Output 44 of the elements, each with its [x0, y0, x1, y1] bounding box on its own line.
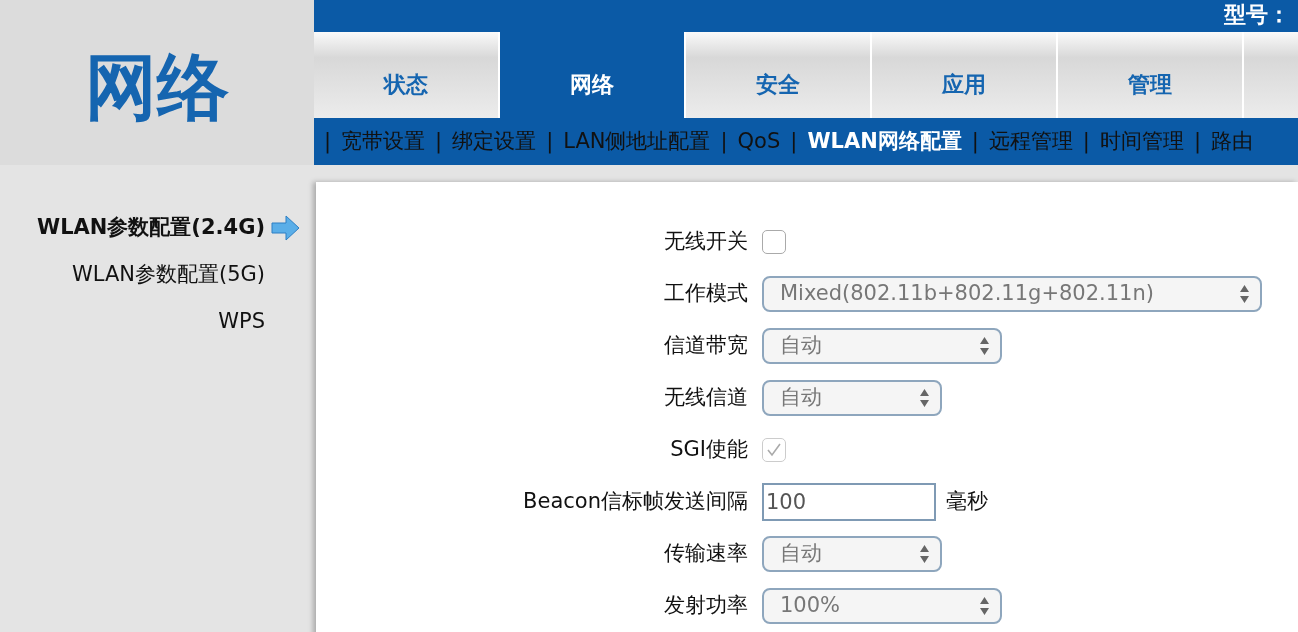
nav-tab[interactable]: 状态: [314, 32, 498, 118]
field-label: SGI使能: [669, 436, 749, 464]
sidebar-link[interactable]: WLAN参数配置(2.4G): [37, 211, 265, 244]
field-label: 发射功率: [663, 592, 749, 620]
checkbox[interactable]: [762, 230, 786, 254]
text-input[interactable]: 100: [762, 483, 936, 521]
updown-icon: [919, 544, 930, 564]
section-title: 网络: [85, 50, 229, 123]
field-label: Beacon信标帧发送间隔: [522, 488, 749, 516]
check-icon: [766, 442, 782, 458]
nav-separator: |: [435, 127, 443, 156]
field-label: 信道带宽: [663, 332, 749, 360]
nav-separator: |: [546, 127, 554, 156]
nav-tab[interactable]: 管理: [1058, 32, 1242, 118]
subnav-link[interactable]: 绑定设置: [452, 125, 537, 158]
subnav-link[interactable]: 宽带设置: [341, 125, 426, 158]
subnav-link[interactable]: 时间管理: [1099, 125, 1184, 158]
updown-icon: [979, 336, 990, 356]
updown-icon: [1239, 284, 1250, 304]
nav-separator: |: [790, 127, 798, 156]
field-label: 工作模式: [663, 280, 749, 308]
updown-icon: [979, 596, 990, 616]
updown-icon: [919, 388, 930, 408]
nav-separator: |: [720, 127, 728, 156]
field-label: 无线开关: [663, 228, 749, 256]
field-label: 传输速率: [663, 540, 749, 568]
nav-separator: |: [324, 127, 332, 156]
subnav-link[interactable]: QoS: [737, 125, 781, 158]
field-label: 无线信道: [663, 384, 749, 412]
subnav-link[interactable]: WLAN网络配置: [807, 125, 962, 158]
nav-tab[interactable]: 应用: [872, 32, 1056, 118]
unit-label: 毫秒: [946, 488, 988, 516]
right-arrow-icon: [271, 214, 300, 241]
subnav-link[interactable]: 远程管理: [988, 125, 1073, 158]
nav-separator: |: [1082, 127, 1090, 156]
subnav-link[interactable]: LAN侧地址配置: [563, 125, 711, 158]
sidebar-link[interactable]: WPS: [218, 305, 265, 338]
nav-tab[interactable]: 安全: [686, 32, 870, 118]
nav-separator: |: [1193, 127, 1201, 156]
subnav-link[interactable]: 路由: [1211, 125, 1253, 158]
nav-separator: |: [971, 127, 979, 156]
nav-tab[interactable]: 网络: [500, 32, 684, 118]
sidebar-link[interactable]: WLAN参数配置(5G): [71, 258, 265, 291]
model-label: 型号：: [1224, 4, 1290, 26]
